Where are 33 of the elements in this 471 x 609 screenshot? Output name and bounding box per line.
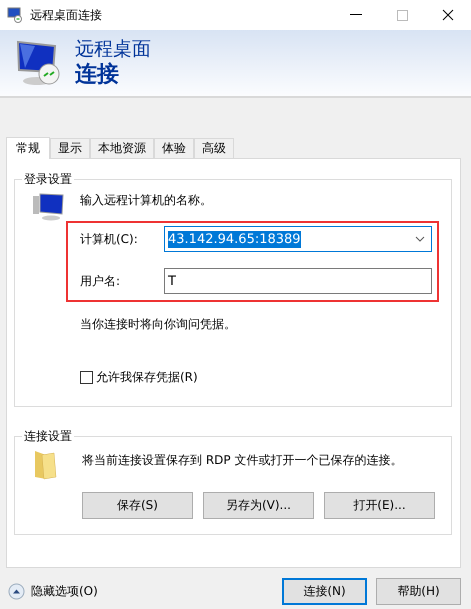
dialog-button[interactable]: 帮助(H) (376, 578, 461, 605)
tab[interactable]: 常规 (6, 137, 50, 159)
dialog-button[interactable]: 打开(E)... (324, 492, 435, 519)
username-field[interactable]: T (164, 268, 432, 294)
group-title: 连接设置 (23, 428, 73, 445)
dialog-button[interactable]: 连接(N) (282, 578, 367, 605)
computer-combobox[interactable]: 43.142.94.65:18389 (164, 226, 432, 252)
description-text: 输入远程计算机的名称。 (80, 192, 213, 209)
window-title: 远程桌面连接 (30, 6, 103, 24)
tab[interactable]: 显示 (50, 138, 90, 158)
note-text: 当你连接时将向你询问凭据。 (80, 316, 237, 333)
tab[interactable]: 高级 (194, 138, 234, 158)
description-text: 将当前连接设置保存到 RDP 文件或打开一个已保存的连接。 (82, 452, 404, 469)
field-label: 用户名: (80, 272, 122, 290)
minimize-icon (350, 14, 362, 16)
monitor-icon (7, 7, 23, 23)
group-title: 登录设置 (23, 171, 73, 188)
hide-options-toggle[interactable]: 隐藏选项(O) (8, 583, 273, 600)
header-subtitle: 连接 (75, 61, 120, 89)
header-title: 远程桌面 (75, 37, 151, 61)
computer-icon (32, 192, 66, 222)
close-icon (442, 9, 454, 21)
save-credentials-checkbox[interactable]: 允许我保存凭据(R) (80, 369, 439, 386)
tab[interactable]: 体验 (154, 138, 194, 158)
dialog-button[interactable]: 另存为(V)... (203, 492, 314, 519)
tab[interactable]: 本地资源 (90, 138, 154, 158)
dialog-button[interactable]: 保存(S) (82, 492, 193, 519)
maximize-icon (396, 10, 408, 20)
toggle-label: 隐藏选项(O) (31, 583, 98, 600)
collapse-icon (8, 583, 25, 600)
field-label: 计算机(C): (80, 230, 139, 248)
selected-text: 43.142.94.65:18389 (168, 230, 301, 248)
chevron-down-icon (415, 236, 425, 242)
